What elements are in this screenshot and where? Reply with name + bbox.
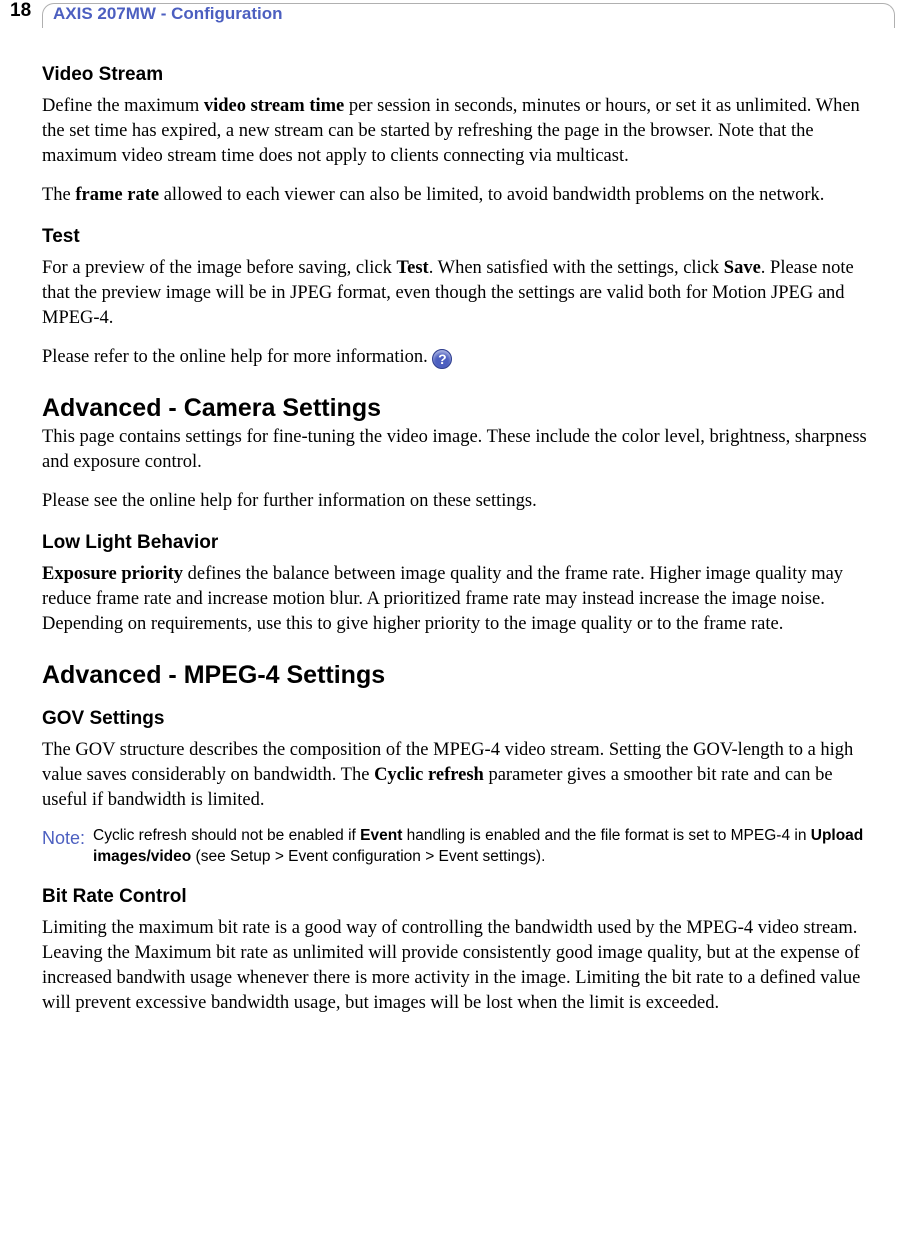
text-bold: Cyclic refresh <box>374 765 484 785</box>
note: Note: Cyclic refresh should not be enabl… <box>42 826 871 868</box>
paragraph: This page contains settings for fine-tun… <box>42 425 871 475</box>
heading-advanced-mpeg4-settings: Advanced - MPEG-4 Settings <box>42 661 871 690</box>
note-body: Cyclic refresh should not be enabled if … <box>93 826 871 868</box>
text: (see Setup > Event configuration > Event… <box>191 848 545 865</box>
text-bold: video stream time <box>204 96 344 116</box>
heading-low-light-behavior: Low Light Behavior <box>42 532 871 554</box>
paragraph: The frame rate allowed to each viewer ca… <box>42 183 871 208</box>
heading-advanced-camera-settings: Advanced - Camera Settings <box>42 394 871 423</box>
text-bold: frame rate <box>75 185 159 205</box>
paragraph: Limiting the maximum bit rate is a good … <box>42 916 871 1016</box>
heading-test: Test <box>42 226 871 248</box>
paragraph: For a preview of the image before saving… <box>42 256 871 331</box>
text: Define the maximum <box>42 96 204 116</box>
text-bold: Event <box>360 827 402 844</box>
text: For a preview of the image before saving… <box>42 258 396 278</box>
header-tab: AXIS 207MW - Configuration <box>42 3 895 28</box>
help-icon[interactable]: ? <box>432 349 452 369</box>
text: allowed to each viewer can also be limit… <box>159 185 824 205</box>
heading-gov-settings: GOV Settings <box>42 708 871 730</box>
page-number: 18 <box>10 0 31 22</box>
heading-bit-rate-control: Bit Rate Control <box>42 886 871 908</box>
page: 18 AXIS 207MW - Configuration Video Stre… <box>0 0 899 1060</box>
text: Please refer to the online help for more… <box>42 347 432 367</box>
paragraph: Please refer to the online help for more… <box>42 345 871 370</box>
heading-video-stream: Video Stream <box>42 64 871 86</box>
note-label: Note: <box>42 826 85 850</box>
text-bold: Test <box>396 258 428 278</box>
page-header: 18 AXIS 207MW - Configuration <box>0 0 899 28</box>
text: The <box>42 185 75 205</box>
text: handling is enabled and the file format … <box>402 827 810 844</box>
text-bold: Save <box>724 258 761 278</box>
paragraph: Define the maximum video stream time per… <box>42 94 871 169</box>
paragraph: The GOV structure describes the composit… <box>42 738 871 813</box>
content: Video Stream Define the maximum video st… <box>0 64 899 1016</box>
text: Cyclic refresh should not be enabled if <box>93 827 360 844</box>
text: . When satisfied with the settings, clic… <box>429 258 724 278</box>
paragraph: Please see the online help for further i… <box>42 489 871 514</box>
paragraph: Exposure priority defines the balance be… <box>42 562 871 637</box>
text-bold: Exposure priority <box>42 564 183 584</box>
